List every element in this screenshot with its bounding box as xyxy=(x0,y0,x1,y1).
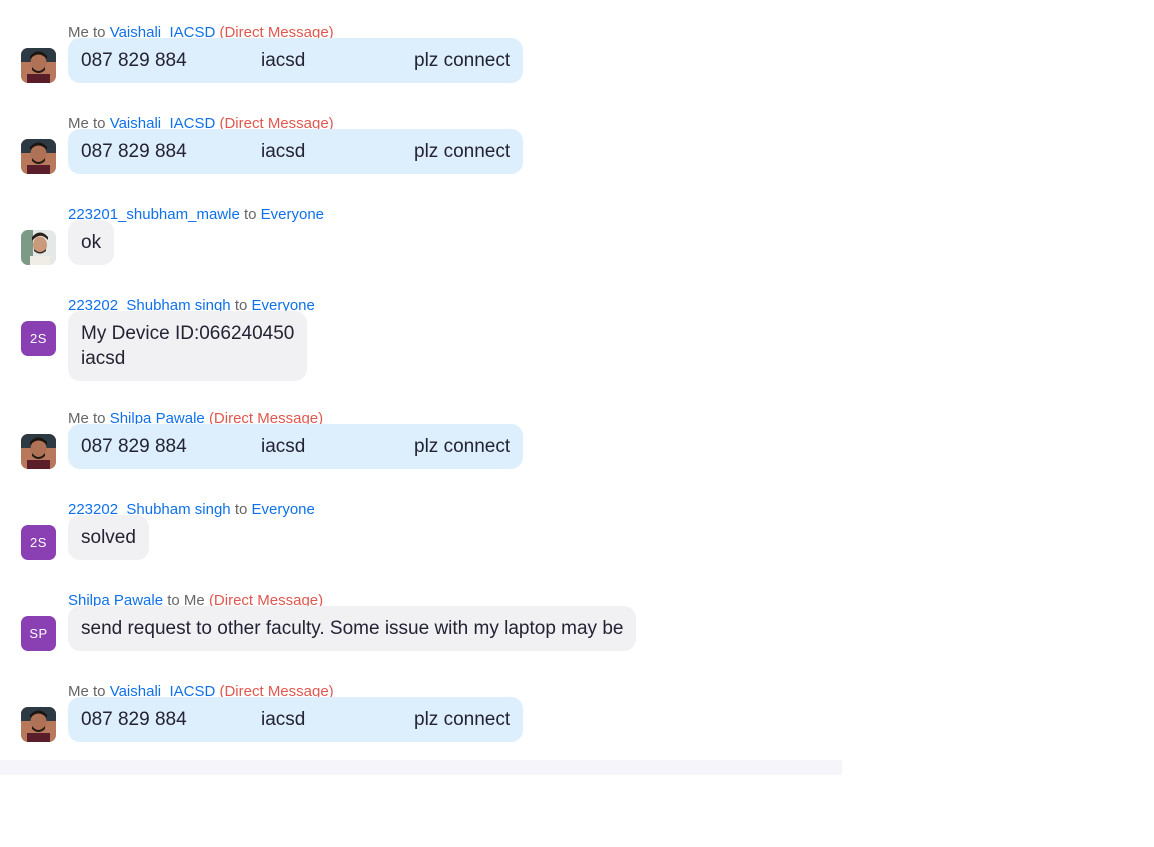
avatar[interactable] xyxy=(21,139,56,174)
avatar[interactable] xyxy=(21,707,56,742)
message-text: send request to other faculty. Some issu… xyxy=(81,618,624,639)
message-text-segment: iacsd xyxy=(261,436,306,457)
chat-message-list[interactable]: Me to Vaishali_IACSD (Direct Message) 08… xyxy=(0,0,842,775)
message-bubble[interactable]: 087 829 884 iacsd plz connect xyxy=(68,129,524,174)
avatar[interactable] xyxy=(21,230,56,265)
message-text-segment: 087 829 884 xyxy=(81,50,187,71)
to-word: to xyxy=(234,501,248,518)
avatar[interactable]: SP xyxy=(21,616,56,651)
message-text-segment: plz connect xyxy=(414,141,511,162)
message-bubble[interactable]: ok xyxy=(68,220,115,265)
message-text-segment: iacsd xyxy=(261,50,306,71)
message-text-segment: iacsd xyxy=(261,709,306,730)
chat-list-bottom-bar xyxy=(0,760,842,775)
recipient-name[interactable]: Everyone xyxy=(252,501,315,518)
message-text-segment: iacsd xyxy=(261,141,306,162)
message-bubble[interactable]: My Device ID:066240450 iacsd xyxy=(68,311,308,381)
message-text-segment: plz connect xyxy=(414,436,511,457)
avatar[interactable] xyxy=(21,48,56,83)
avatar[interactable]: 2S xyxy=(21,321,56,356)
message-text-segment: plz connect xyxy=(414,709,511,730)
message-text: solved xyxy=(81,527,136,548)
message-bubble[interactable]: 087 829 884 iacsd plz connect xyxy=(68,697,524,742)
to-word: to xyxy=(243,206,257,223)
message-text: My Device ID:066240450 xyxy=(81,323,295,344)
message-text: ok xyxy=(81,232,102,253)
message-bubble[interactable]: send request to other faculty. Some issu… xyxy=(68,606,637,651)
message-bubble[interactable]: solved xyxy=(68,515,149,560)
message-text-segment: 087 829 884 xyxy=(81,141,187,162)
avatar[interactable] xyxy=(21,434,56,469)
avatar[interactable]: 2S xyxy=(21,525,56,560)
message-text: iacsd xyxy=(81,348,126,369)
message-text-segment: 087 829 884 xyxy=(81,709,187,730)
message-text-segment: 087 829 884 xyxy=(81,436,187,457)
message-bubble[interactable]: 087 829 884 iacsd plz connect xyxy=(68,38,524,83)
recipient-name[interactable]: Everyone xyxy=(261,206,324,223)
message-bubble[interactable]: 087 829 884 iacsd plz connect xyxy=(68,424,524,469)
message-text-segment: plz connect xyxy=(414,50,511,71)
